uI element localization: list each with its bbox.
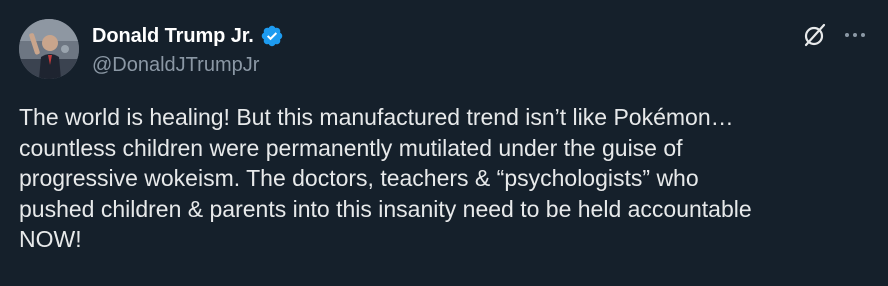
avatar-image (19, 19, 79, 79)
post-text: The world is healing! But this manufactu… (19, 104, 752, 252)
author-handle[interactable]: @DonaldJTrumpJr (92, 54, 259, 77)
grok-button[interactable] (800, 20, 830, 50)
author-display-name[interactable]: Donald Trump Jr. (92, 25, 254, 48)
avatar[interactable] (19, 19, 79, 79)
more-options-button[interactable] (840, 22, 870, 48)
more-options-icon (845, 33, 865, 37)
grok-icon (804, 23, 826, 47)
author-name-row: Donald Trump Jr. (92, 22, 284, 50)
post-card: Donald Trump Jr. @DonaldJTrumpJr The wor… (0, 0, 888, 286)
verified-badge-icon (260, 24, 284, 48)
